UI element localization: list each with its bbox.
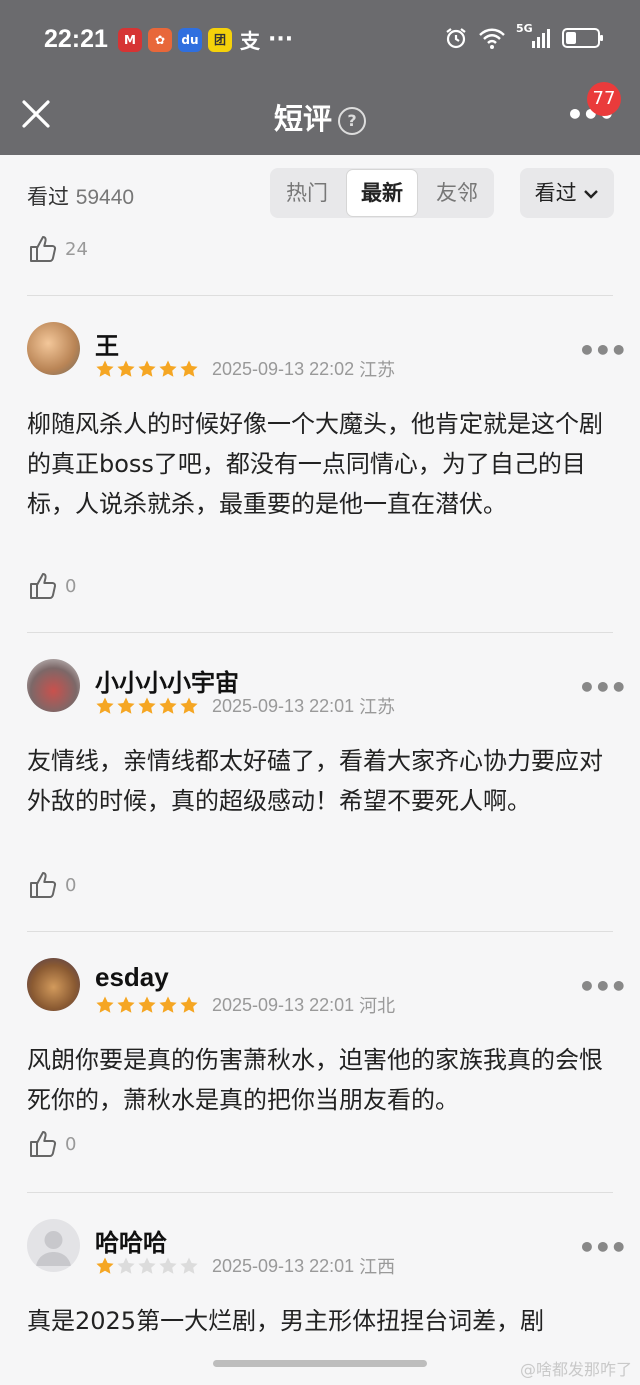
- watermark: @啥都发那咋了: [519, 1360, 632, 1379]
- review-location: 江苏: [359, 697, 396, 717]
- status-time: 22:21: [44, 25, 108, 53]
- review-datetime: 2025-09-13 22:02: [212, 358, 355, 379]
- nav-bar: 短评? ••• 77: [0, 82, 640, 155]
- star-rating: [95, 995, 200, 1015]
- thumbs-up-icon: [30, 1131, 57, 1157]
- review-datetime: 2025-09-13 22:01: [212, 695, 355, 716]
- review-text: 柳随风杀人的时候好像一个大魔头，他肯定就是这个剧的真正boss了吧，都没有一点同…: [27, 410, 603, 518]
- status-bar: 22:21 M ✿ du 团支 ··· 5G: [0, 0, 640, 82]
- chevron-down-icon: [584, 190, 599, 199]
- more-notifications-icon: ···: [268, 27, 294, 52]
- review-location: 江苏: [359, 360, 396, 380]
- like-count: 0: [65, 874, 77, 896]
- seen-count: 看过 59440: [27, 181, 134, 211]
- star-filled-icon: [117, 697, 135, 714]
- star-rating: [95, 1256, 200, 1276]
- like-count: 24: [65, 238, 88, 260]
- username[interactable]: esday: [95, 962, 169, 993]
- like-count: 0: [65, 1133, 77, 1155]
- seen-label: 看过: [27, 185, 69, 209]
- thumbs-up-icon: [30, 872, 57, 898]
- meituan-icon: 团: [208, 27, 232, 52]
- review-text: 风朗你要是真的伤害萧秋水，迫害他的家族我真的会恨死你的，萧秋水是真的把你当朋友看…: [27, 1046, 603, 1114]
- avatar[interactable]: [27, 958, 80, 1011]
- gift-app-icon: ✿: [148, 27, 172, 52]
- review-meta: 2025-09-13 22:01 河北: [95, 992, 395, 1018]
- tab-hot[interactable]: 热门: [272, 170, 342, 216]
- cmb-bank-icon: M: [118, 27, 142, 52]
- review-meta: 2025-09-13 22:01 江苏: [95, 693, 395, 719]
- title-text: 短评: [273, 102, 332, 136]
- home-indicator[interactable]: [213, 1360, 427, 1367]
- review-more-icon[interactable]: •••: [578, 970, 628, 1003]
- review-more-icon[interactable]: •••: [578, 334, 628, 367]
- filter-bar: 看过 59440 热门 最新 友邻 看过: [0, 155, 640, 233]
- like-button[interactable]: 0: [27, 869, 76, 901]
- star-filled-icon: [138, 996, 156, 1013]
- star-filled-icon: [138, 360, 156, 377]
- alarm-icon: [446, 28, 466, 49]
- review-location: 江西: [359, 1257, 396, 1277]
- like-button[interactable]: 0: [27, 570, 76, 602]
- page-title: 短评?: [0, 96, 640, 138]
- star-filled-icon: [117, 996, 135, 1013]
- seen-number: 59440: [75, 186, 135, 209]
- divider: [27, 931, 613, 932]
- star-filled-icon: [96, 697, 114, 714]
- star-filled-icon: [138, 697, 156, 714]
- star-empty-icon: [180, 1257, 198, 1274]
- notification-badge: 77: [587, 82, 621, 116]
- star-filled-icon: [96, 1257, 114, 1274]
- watched-filter-dropdown[interactable]: 看过: [520, 168, 614, 218]
- star-filled-icon: [159, 996, 177, 1013]
- thumbs-up-icon: [30, 236, 57, 262]
- like-button[interactable]: 0: [27, 1128, 76, 1160]
- alipay-icon: 支: [240, 29, 260, 53]
- review-more-icon[interactable]: •••: [578, 671, 628, 704]
- help-icon[interactable]: ?: [338, 107, 366, 135]
- star-filled-icon: [180, 697, 198, 714]
- review-meta: 2025-09-13 22:01 江西: [95, 1253, 395, 1279]
- default-avatar-icon: [36, 1231, 71, 1266]
- system-icons: 5G: [444, 22, 603, 50]
- divider: [27, 295, 613, 296]
- wifi-icon: [479, 28, 505, 49]
- star-filled-icon: [117, 360, 135, 377]
- star-empty-icon: [159, 1257, 177, 1274]
- review-text: 真是2025第一大烂剧，男主形体扭捏台词差，剧: [27, 1307, 545, 1335]
- tab-friends[interactable]: 友邻: [422, 170, 492, 216]
- baidu-icon: du: [178, 27, 202, 52]
- divider: [27, 632, 613, 633]
- like-count: 0: [65, 575, 77, 597]
- watched-filter-label: 看过: [534, 181, 577, 205]
- like-button[interactable]: 24: [27, 233, 88, 265]
- star-filled-icon: [96, 360, 114, 377]
- star-rating: [95, 696, 200, 716]
- avatar[interactable]: [27, 659, 80, 712]
- star-filled-icon: [180, 996, 198, 1013]
- tab-latest[interactable]: 最新: [346, 169, 418, 217]
- review-more-icon[interactable]: •••: [578, 1231, 628, 1264]
- sort-tabs: 热门 最新 友邻: [270, 168, 494, 218]
- star-rating: [95, 359, 200, 379]
- review-text: 友情线，亲情线都太好磕了，看着大家齐心协力要应对外敌的时候，真的超级感动！希望不…: [27, 747, 603, 815]
- notification-app-icons: M ✿ du 团支 ···: [118, 27, 294, 53]
- review-meta: 2025-09-13 22:02 江苏: [95, 356, 395, 382]
- battery-icon: [562, 28, 603, 48]
- review-datetime: 2025-09-13 22:01: [212, 1255, 355, 1276]
- avatar[interactable]: [27, 1219, 80, 1272]
- star-empty-icon: [117, 1257, 135, 1274]
- star-filled-icon: [96, 996, 114, 1013]
- divider: [27, 1192, 613, 1193]
- review-location: 河北: [359, 996, 396, 1016]
- star-filled-icon: [159, 360, 177, 377]
- review-datetime: 2025-09-13 22:01: [212, 994, 355, 1015]
- cell-signal-icon: 5G: [516, 22, 552, 50]
- star-empty-icon: [138, 1257, 156, 1274]
- star-filled-icon: [180, 360, 198, 377]
- avatar[interactable]: [27, 322, 80, 375]
- thumbs-up-icon: [30, 573, 57, 599]
- star-filled-icon: [159, 697, 177, 714]
